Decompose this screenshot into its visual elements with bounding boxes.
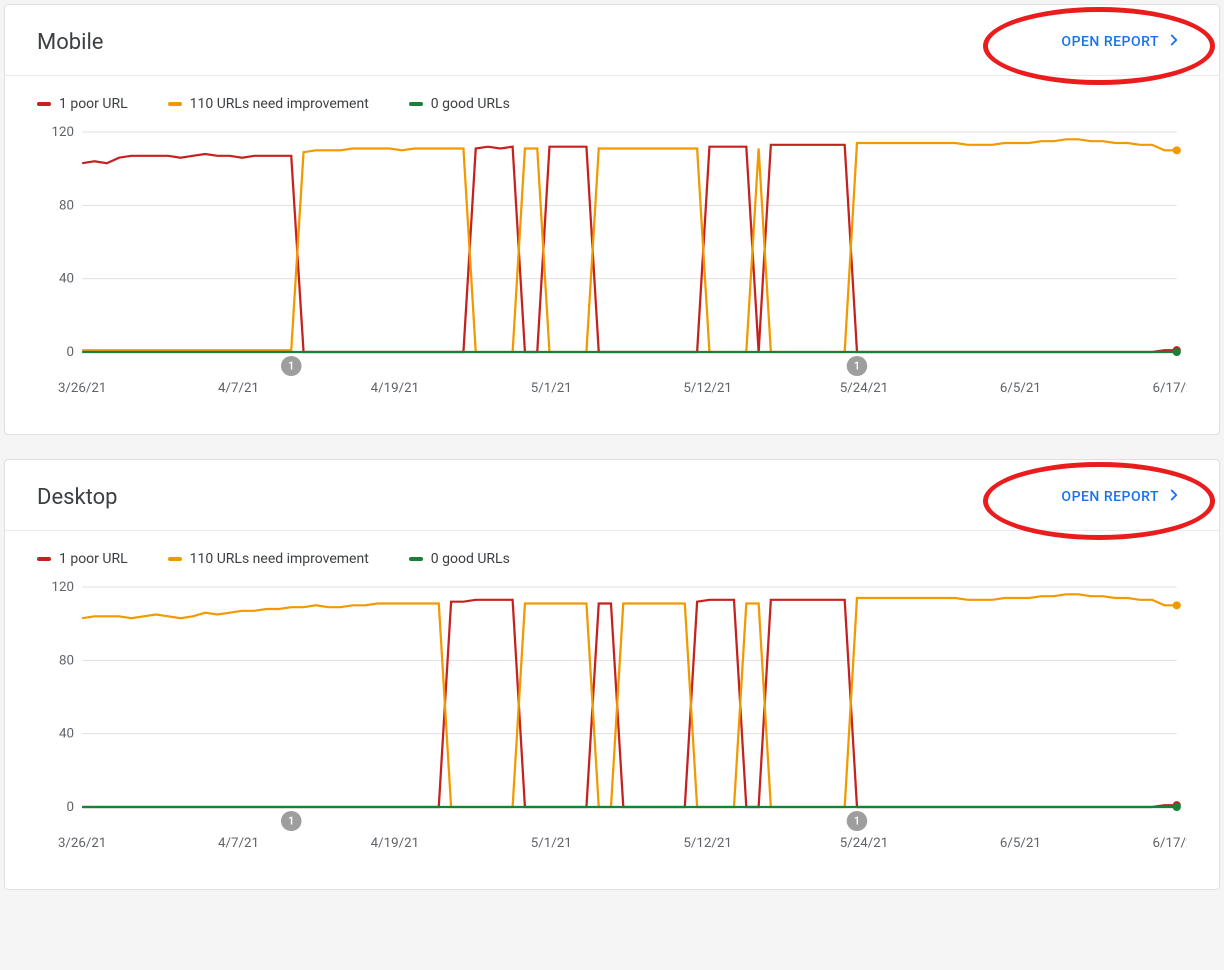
svg-text:5/1/21: 5/1/21: [531, 836, 572, 851]
svg-text:4/19/21: 4/19/21: [371, 381, 419, 396]
desktop-chart-wrap: 0 40 80 120 3/26/21 4/7/21 4/19/21 5/1/21 5/12/2…: [5, 577, 1219, 889]
legend-need-label: 110 URLs need improvement: [190, 96, 369, 112]
open-report-button-desktop[interactable]: OPEN REPORT: [1057, 480, 1187, 514]
svg-text:4/19/21: 4/19/21: [371, 836, 419, 851]
mobile-chart: 0 40 80 120 3/26/21 4/7/21 4/19/21 5/1/21 5/12/2…: [37, 122, 1187, 402]
desktop-chart: 0 40 80 120 3/26/21 4/7/21 4/19/21 5/1/21 5/12/2…: [37, 577, 1187, 857]
svg-text:3/26/21: 3/26/21: [58, 836, 106, 851]
legend-need: 110 URLs need improvement: [168, 551, 369, 567]
swatch-poor: [37, 557, 51, 561]
swatch-need: [168, 557, 182, 561]
desktop-legend: 1 poor URL 110 URLs need improvement 0 g…: [5, 531, 1219, 577]
legend-good-label: 0 good URLs: [431, 96, 510, 112]
open-report-button-mobile[interactable]: OPEN REPORT: [1057, 25, 1187, 59]
svg-text:1: 1: [288, 815, 294, 828]
open-report-label: OPEN REPORT: [1061, 34, 1159, 50]
mobile-title: Mobile: [37, 30, 103, 55]
svg-text:5/24/21: 5/24/21: [840, 836, 888, 851]
svg-text:4/7/21: 4/7/21: [218, 381, 259, 396]
svg-text:1: 1: [854, 815, 860, 828]
legend-need-label: 110 URLs need improvement: [190, 551, 369, 567]
svg-text:6/5/21: 6/5/21: [1000, 381, 1041, 396]
legend-poor: 1 poor URL: [37, 96, 128, 112]
svg-text:120: 120: [51, 580, 73, 595]
legend-good-label: 0 good URLs: [431, 551, 510, 567]
mobile-chart-wrap: 0 40 80 120 3/26/21 4/7/21 4/19/21 5/1/21 5/12/2…: [5, 122, 1219, 434]
svg-text:5/24/21: 5/24/21: [840, 381, 888, 396]
swatch-need: [168, 102, 182, 106]
svg-text:6/5/21: 6/5/21: [1000, 836, 1041, 851]
svg-text:6/17/21: 6/17/21: [1153, 381, 1187, 396]
svg-text:120: 120: [51, 125, 73, 140]
svg-text:6/17/21: 6/17/21: [1153, 836, 1187, 851]
open-report-label: OPEN REPORT: [1061, 489, 1159, 505]
svg-text:4/7/21: 4/7/21: [218, 836, 259, 851]
mobile-header: Mobile OPEN REPORT: [5, 5, 1219, 76]
svg-text:40: 40: [59, 272, 74, 287]
legend-good: 0 good URLs: [409, 96, 510, 112]
svg-text:80: 80: [59, 198, 74, 213]
svg-text:5/1/21: 5/1/21: [531, 381, 572, 396]
chevron-right-icon: [1165, 486, 1183, 508]
svg-text:5/12/21: 5/12/21: [683, 836, 731, 851]
legend-poor-label: 1 poor URL: [59, 96, 128, 112]
svg-text:3/26/21: 3/26/21: [58, 381, 106, 396]
svg-text:1: 1: [854, 360, 860, 373]
svg-text:40: 40: [59, 727, 74, 742]
legend-poor: 1 poor URL: [37, 551, 128, 567]
mobile-card: Mobile OPEN REPORT 1 poor URL 110 URLs n…: [4, 4, 1220, 435]
desktop-header: Desktop OPEN REPORT: [5, 460, 1219, 531]
desktop-title: Desktop: [37, 485, 118, 510]
svg-text:80: 80: [59, 653, 74, 668]
swatch-poor: [37, 102, 51, 106]
chevron-right-icon: [1165, 31, 1183, 53]
svg-text:0: 0: [66, 345, 74, 360]
swatch-good: [409, 102, 423, 106]
swatch-good: [409, 557, 423, 561]
legend-need: 110 URLs need improvement: [168, 96, 369, 112]
svg-text:5/12/21: 5/12/21: [683, 381, 731, 396]
mobile-legend: 1 poor URL 110 URLs need improvement 0 g…: [5, 76, 1219, 122]
legend-good: 0 good URLs: [409, 551, 510, 567]
svg-text:1: 1: [288, 360, 294, 373]
legend-poor-label: 1 poor URL: [59, 551, 128, 567]
desktop-card: Desktop OPEN REPORT 1 poor URL 110 URLs …: [4, 459, 1220, 890]
svg-text:0: 0: [66, 800, 74, 815]
